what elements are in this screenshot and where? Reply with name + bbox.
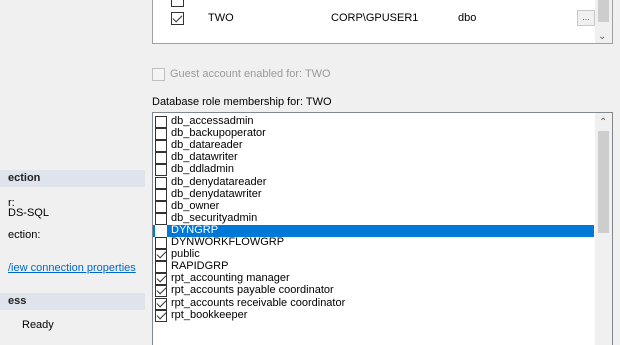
role-label: DYNGRP xyxy=(171,223,219,236)
role-label: db_denydatawriter xyxy=(171,187,262,200)
database-cell: TWO xyxy=(208,12,234,24)
role-checkbox[interactable] xyxy=(155,212,167,225)
role-label: RAPIDGRP xyxy=(171,260,229,273)
role-label: db_accessadmin xyxy=(171,115,254,127)
chevron-up-icon[interactable]: ⌃ xyxy=(599,117,607,128)
chevron-down-icon[interactable]: ⌄ xyxy=(598,31,606,42)
role-checkbox[interactable] xyxy=(155,116,167,128)
left-panel: ection r: DS-SQL ection: /iew connection… xyxy=(0,0,145,345)
role-label: public xyxy=(171,248,200,261)
role-checkbox[interactable] xyxy=(155,273,167,286)
guest-account-label: Guest account enabled for: TWO xyxy=(170,68,331,80)
role-label: db_securityadmin xyxy=(171,211,258,224)
guest-account-checkbox[interactable] xyxy=(152,68,165,81)
role-checkbox[interactable] xyxy=(155,152,167,165)
progress-section-header: ess xyxy=(0,293,145,310)
grid-row-two[interactable]: TWO CORP\GPUSER1 dbo ... xyxy=(153,8,596,28)
role-checkbox[interactable] xyxy=(155,188,167,201)
role-checkbox[interactable] xyxy=(155,224,167,237)
user-mapping-grid: TWO CORP\GPUSER1 dbo ... ⌄ xyxy=(152,0,613,44)
view-connection-properties-link[interactable]: /iew connection properties xyxy=(8,262,136,274)
role-checkbox[interactable] xyxy=(155,140,167,153)
role-label: db_ddladmin xyxy=(171,163,234,176)
grid-scroll-thumb[interactable] xyxy=(598,0,609,22)
role-label: rpt_bookkeeper xyxy=(171,308,248,321)
role-list-scrollbar[interactable]: ⌃ xyxy=(595,113,612,345)
server-value: DS-SQL xyxy=(8,207,49,219)
role-membership-list: db_accessadmin db_backupoperator db_datare… xyxy=(152,112,613,345)
role-label: db_datareader xyxy=(171,139,243,152)
role-checkbox[interactable] xyxy=(155,285,167,298)
role-label: db_owner xyxy=(171,199,220,212)
role-checkbox[interactable] xyxy=(155,128,167,141)
role-checkbox[interactable] xyxy=(155,297,167,310)
role-checkbox[interactable] xyxy=(155,249,167,262)
role-label: db_backupoperator xyxy=(171,127,266,140)
role-label: db_datawriter xyxy=(171,151,238,164)
row-map-checkbox[interactable] xyxy=(171,12,184,25)
role-membership-title: Database role membership for: TWO xyxy=(152,96,332,108)
role-label: db_denydatareader xyxy=(171,175,267,188)
role-checkbox[interactable] xyxy=(155,237,167,249)
role-checkbox[interactable] xyxy=(155,261,167,274)
role-checkbox[interactable] xyxy=(155,200,167,213)
role-item[interactable]: rpt_bookkeeper xyxy=(153,308,594,322)
role-label: DYNWORKFLOWGRP xyxy=(171,236,285,248)
role-label: rpt_accounts payable coordinator xyxy=(171,284,334,297)
role-checkbox[interactable] xyxy=(155,176,167,189)
grid-scrollbar[interactable]: ⌄ xyxy=(595,0,612,43)
row-checkbox[interactable] xyxy=(171,0,184,7)
schema-browse-button[interactable]: ... xyxy=(577,10,595,26)
role-item[interactable]: DYNWORKFLOWGRP xyxy=(153,236,594,249)
connection-section-header: ection xyxy=(0,170,145,187)
user-cell: CORP\GPUSER1 xyxy=(331,12,419,24)
connection-label: ection: xyxy=(8,229,41,241)
role-item[interactable]: db_securityadmin xyxy=(153,211,594,225)
schema-cell: dbo xyxy=(458,12,477,24)
role-checkbox[interactable] xyxy=(155,164,167,177)
role-checkbox[interactable] xyxy=(155,309,167,322)
role-list-scroll-thumb[interactable] xyxy=(598,131,609,233)
role-label: rpt_accounting manager xyxy=(171,272,290,285)
role-label: rpt_accounts receivable coordinator xyxy=(171,296,346,309)
status-text: Ready xyxy=(22,319,54,331)
